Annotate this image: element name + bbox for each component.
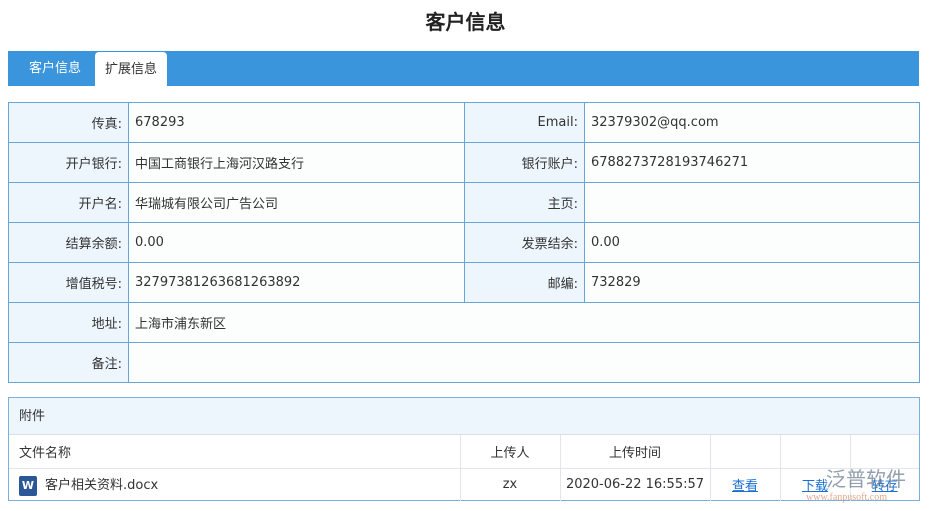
table-row: W 客户相关资料.docx zx 2020-06-22 16:55:57 查看 下… [9,468,919,501]
address-value: 上海市浦东新区 [128,302,920,343]
fax-value: 678293 [128,102,465,143]
zip-label: 邮编: [464,262,585,303]
attachments-header: 附件 [9,398,919,435]
attachments-panel: 附件 文件名称 上传人 上传时间 W 客户相关资料.docx zx 2020-06… [8,397,920,501]
vat-label: 增值税号: [8,262,129,303]
email-label: Email: [464,102,585,143]
account-value: 6788273728193746271 [584,142,920,183]
col-view [710,435,781,469]
fax-label: 传真: [8,102,129,143]
vat-value: 32797381263681263892 [128,262,465,303]
balance-value: 0.00 [128,222,465,263]
bank-label: 开户银行: [8,142,129,183]
col-download [780,435,851,469]
homepage-value [584,182,920,223]
view-link[interactable]: 查看 [732,479,758,494]
homepage-label: 主页: [464,182,585,223]
col-upload-time: 上传时间 [560,435,711,469]
col-uploader: 上传人 [460,435,561,469]
account-name-value: 华瑞城有限公司广告公司 [128,182,465,223]
tab-extended-info[interactable]: 扩展信息 [95,52,167,86]
download-link[interactable]: 下载 [802,479,828,494]
invoice-balance-value: 0.00 [584,222,920,263]
account-name-label: 开户名: [8,182,129,223]
transfer-link[interactable]: 转存 [872,479,898,494]
col-file-name: 文件名称 [9,435,461,469]
bank-value: 中国工商银行上海河汉路支行 [128,142,465,183]
balance-label: 结算余额: [8,222,129,263]
word-doc-icon: W [19,475,37,496]
attachments-table: 文件名称 上传人 上传时间 W 客户相关资料.docx zx 2020-06-22… [9,435,919,501]
info-table: 传真: 678293 Email: 32379302@qq.com 开户银行: 中国工商… [8,102,920,383]
invoice-balance-label: 发票结余: [464,222,585,263]
remark-label: 备注: [8,342,129,383]
uploader: zx [460,468,561,501]
tab-customer-info[interactable]: 客户信息 [19,51,91,86]
email-value: 32379302@qq.com [584,102,920,143]
remark-value [128,342,920,383]
file-name: 客户相关资料.docx [45,478,159,493]
address-label: 地址: [8,302,129,343]
page-title: 客户信息 [425,10,506,34]
zip-value: 732829 [584,262,920,303]
upload-time: 2020-06-22 16:55:57 [560,468,711,501]
tab-bar: 客户信息 扩展信息 [8,51,919,86]
account-label: 银行账户: [464,142,585,183]
col-transfer [850,435,919,469]
